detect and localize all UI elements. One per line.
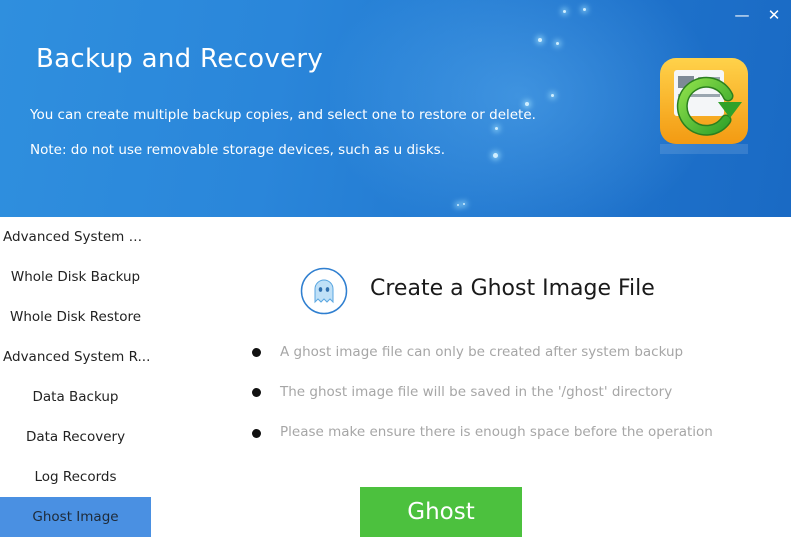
header-banner: Backup and Recovery You can create multi…: [0, 0, 791, 217]
backup-restore-icon: [658, 56, 750, 160]
decorative-star: [538, 38, 542, 42]
sidebar-item-advanced-system-restore[interactable]: Advanced System R...: [0, 337, 151, 377]
info-bullet-text: Please make ensure there is enough space…: [280, 424, 713, 440]
sidebar-nav: Advanced System Ba... Whole Disk Backup …: [0, 217, 151, 556]
sidebar-item-whole-disk-backup[interactable]: Whole Disk Backup: [0, 257, 151, 297]
decorative-star: [457, 204, 459, 206]
section-title: Create a Ghost Image File: [370, 276, 655, 301]
decorative-star: [495, 127, 498, 130]
sidebar-item-ghost-image[interactable]: Ghost Image: [0, 497, 151, 537]
bullet-dot: [252, 429, 261, 438]
info-bullet-text: A ghost image file can only be created a…: [280, 344, 684, 360]
decorative-star: [493, 153, 498, 158]
page-title: Backup and Recovery: [36, 44, 324, 74]
decorative-star: [563, 10, 566, 13]
sidebar-item-data-backup[interactable]: Data Backup: [0, 377, 151, 417]
header-description: You can create multiple backup copies, a…: [30, 107, 536, 123]
ghost-icon: [300, 267, 348, 319]
bullet-dot: [252, 348, 261, 357]
decorative-star: [583, 8, 586, 11]
ghost-button[interactable]: Ghost: [360, 487, 522, 537]
minimize-button[interactable]: —: [731, 4, 753, 26]
decorative-star: [551, 94, 554, 97]
header-note: Note: do not use removable storage devic…: [30, 142, 445, 158]
bullet-dot: [252, 388, 261, 397]
decorative-star: [556, 42, 559, 45]
sidebar-item-advanced-system-backup[interactable]: Advanced System Ba...: [0, 217, 151, 257]
decorative-star: [463, 203, 465, 205]
info-bullet-text: The ghost image file will be saved in th…: [280, 384, 673, 400]
sidebar-item-whole-disk-restore[interactable]: Whole Disk Restore: [0, 297, 151, 337]
sidebar-item-log-records[interactable]: Log Records: [0, 457, 151, 497]
decorative-star: [525, 102, 529, 106]
close-button[interactable]: ✕: [763, 4, 785, 26]
sidebar-item-data-recovery[interactable]: Data Recovery: [0, 417, 151, 457]
